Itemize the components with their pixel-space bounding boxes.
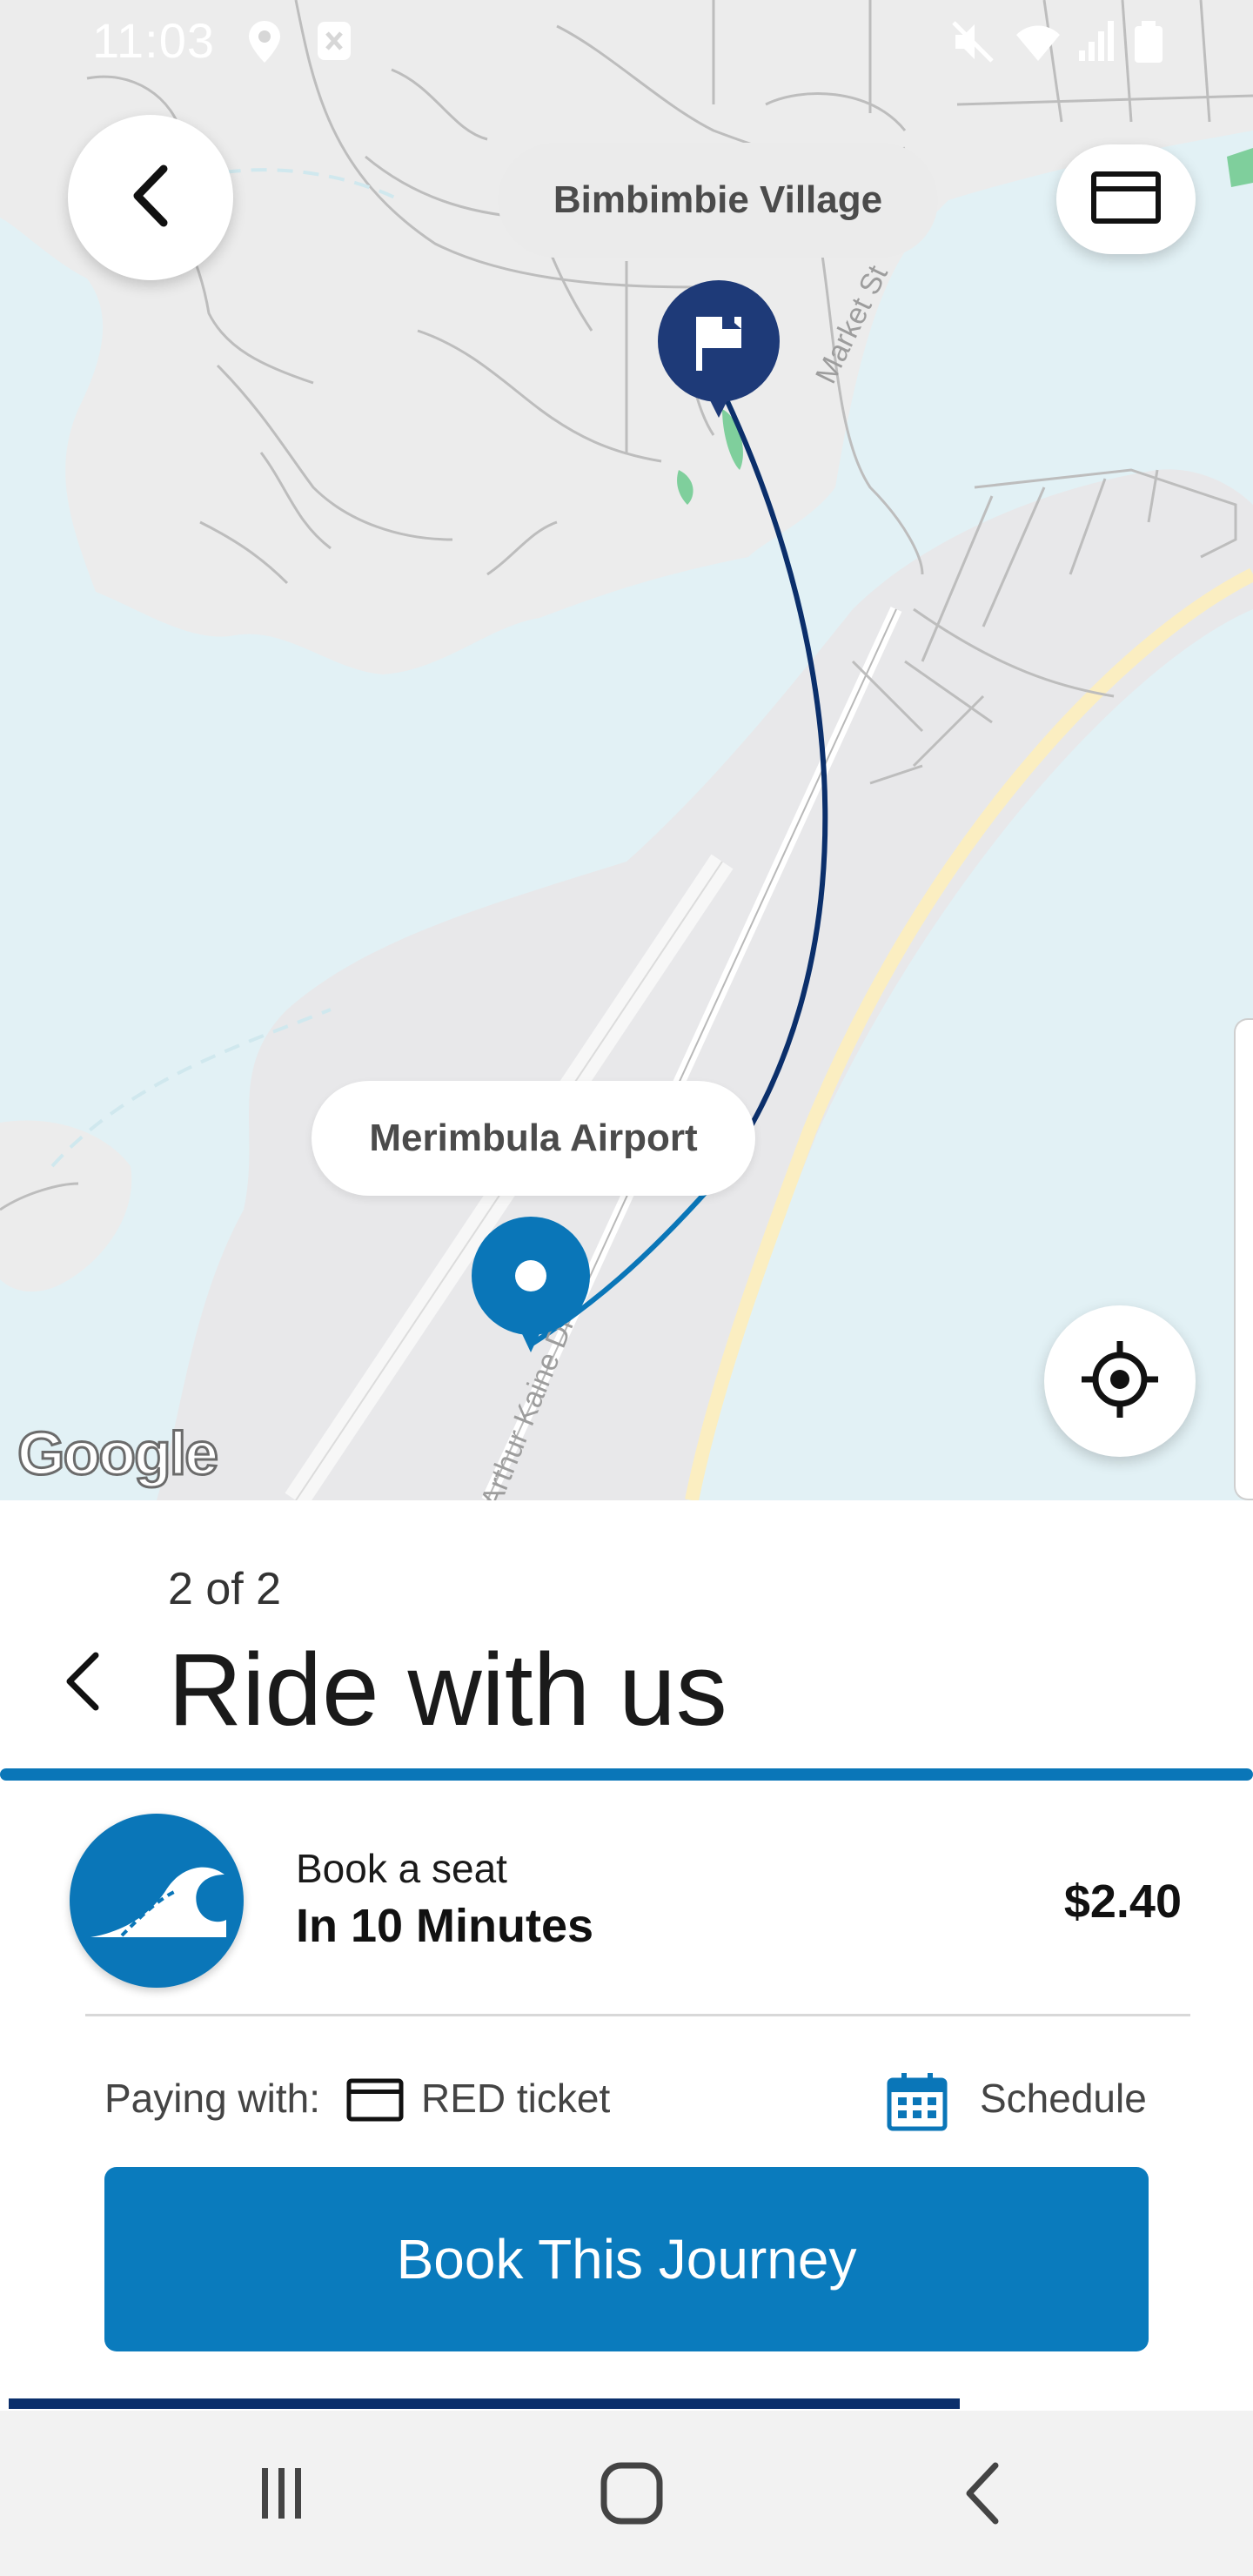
card-icon[interactable]	[346, 2078, 404, 2126]
home-icon	[600, 2462, 663, 2525]
sheet-back-button[interactable]	[56, 1647, 108, 1721]
service-label: Book a seat	[296, 1846, 507, 1891]
battery-icon	[1131, 19, 1166, 69]
schedule-button[interactable]: Schedule	[980, 2075, 1147, 2122]
destination-label[interactable]: Merimbula Airport	[312, 1081, 755, 1196]
origin-flag-pin[interactable]	[654, 280, 783, 424]
wave-icon	[70, 1814, 244, 1988]
service-divider	[85, 2014, 1190, 2016]
service-price: $2.40	[1063, 1875, 1182, 1928]
accent-divider	[0, 1768, 1253, 1781]
chevron-left-icon	[66, 1652, 99, 1711]
my-location-button[interactable]	[1044, 1305, 1196, 1457]
crosshair-icon	[1078, 1338, 1162, 1426]
recent-apps-icon	[262, 2468, 301, 2519]
page-title: Ride with us	[168, 1633, 727, 1748]
destination-label-text: Merimbula Airport	[369, 1117, 698, 1159]
google-attribution[interactable]: Google	[16, 1419, 219, 1489]
back-icon	[966, 2462, 999, 2525]
side-drawer-handle[interactable]	[1234, 1018, 1253, 1500]
location-icon	[245, 19, 284, 69]
service-eta: In 10 Minutes	[296, 1900, 594, 1952]
map-back-button[interactable]	[68, 115, 233, 280]
mute-icon	[950, 19, 995, 69]
paying-with-label: Paying with:	[104, 2076, 321, 2121]
step-indicator: 2 of 2	[168, 1564, 282, 1614]
home-button[interactable]	[571, 2454, 693, 2532]
payment-ticket-selector[interactable]: RED ticket	[421, 2075, 610, 2122]
progress-fill	[9, 2398, 961, 2409]
progress-bar	[9, 2398, 1244, 2409]
map-view[interactable]: Market St Arthur Kaine Dr 11:03 Bimbimbi…	[0, 0, 1253, 1500]
blocked-notification-icon	[315, 19, 353, 67]
booking-sheet: 2 of 2 Ride with us Book a seat In 10 Mi…	[0, 1500, 1253, 2411]
calendar-icon[interactable]	[886, 2071, 948, 2137]
status-bar: 11:03	[0, 0, 1253, 84]
recent-apps-button[interactable]	[221, 2454, 343, 2532]
origin-label-text: Bimbimbie Village	[553, 178, 883, 221]
wifi-icon	[1013, 19, 1063, 69]
system-nav-bar	[0, 2411, 1253, 2576]
destination-pin[interactable]	[470, 1217, 592, 1360]
book-journey-button[interactable]: Book This Journey	[104, 2167, 1149, 2351]
system-back-button[interactable]	[922, 2454, 1044, 2532]
signal-icon	[1075, 19, 1119, 69]
chevron-left-icon	[129, 164, 172, 232]
origin-label[interactable]: Bimbimbie Village	[498, 143, 938, 258]
card-icon	[1090, 171, 1162, 229]
status-time: 11:03	[92, 13, 215, 68]
payment-card-button[interactable]	[1056, 144, 1196, 254]
